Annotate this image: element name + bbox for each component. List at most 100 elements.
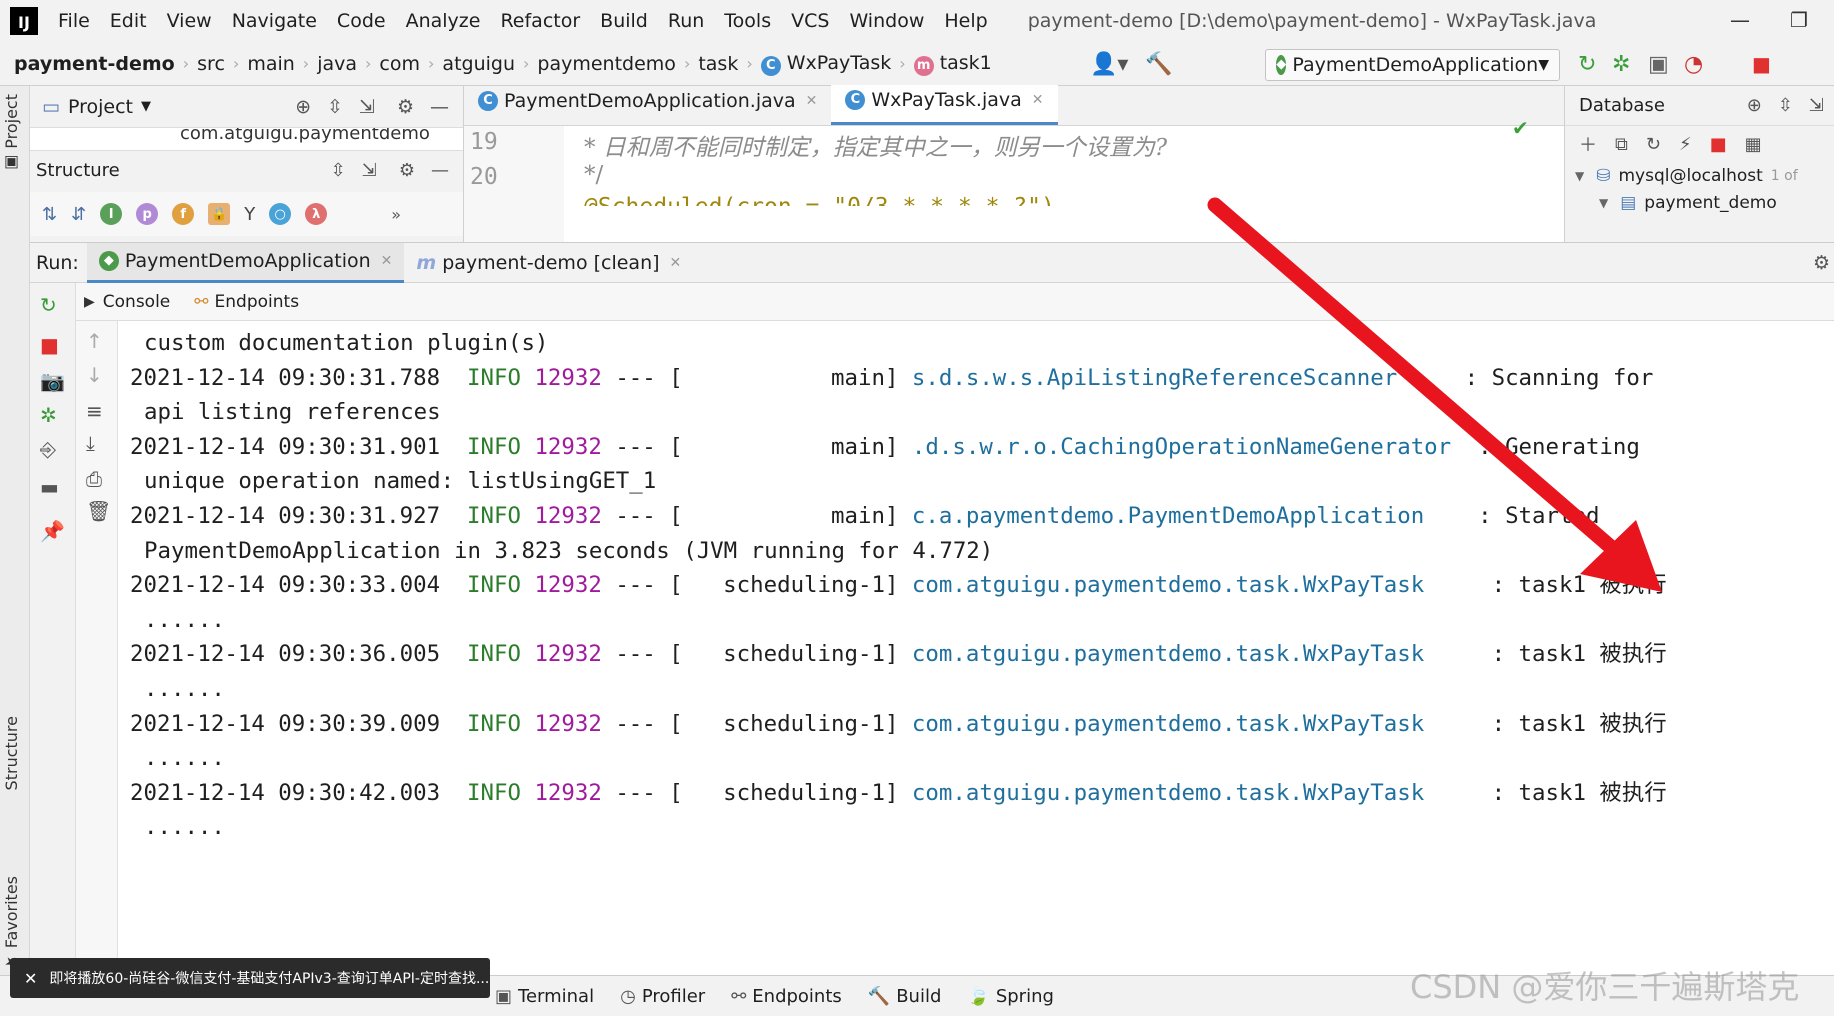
project-panel-label[interactable]: Project	[68, 96, 133, 118]
layout-icon[interactable]: ▬	[40, 475, 59, 499]
breadcrumb-item[interactable]: task	[690, 53, 746, 75]
project-tool-tab[interactable]: ▣ Project	[2, 94, 21, 173]
build-hammer-icon[interactable]: 🔨	[1145, 52, 1172, 77]
expand-all-icon[interactable]: ⇳	[331, 160, 346, 181]
code-line-partial[interactable]: @Scheduled(cron = "0/3 * * * * ?")	[584, 194, 1055, 206]
breadcrumb-item[interactable]: main	[239, 53, 302, 75]
properties-icon[interactable]: p	[136, 203, 159, 225]
rerun-icon[interactable]: ↻	[40, 293, 57, 317]
chevron-down-icon[interactable]: ▼	[141, 99, 151, 114]
code-line[interactable]: */	[584, 162, 603, 188]
tab-paymentdemoapplication[interactable]: C PaymentDemoApplication.java ✕	[464, 85, 831, 125]
stop-icon[interactable]: ■	[1752, 52, 1771, 76]
minimize-icon[interactable]: —	[1730, 8, 1750, 32]
run-tab-paymentdemoapplication[interactable]: ◆ PaymentDemoApplication ✕	[86, 242, 405, 283]
schema-row[interactable]: ▼ ▤ payment_demo	[1565, 190, 1834, 216]
tab-wxpaytask[interactable]: C WxPayTask.java ✕	[831, 85, 1058, 125]
structure-tool-tab[interactable]: Structure	[2, 716, 21, 790]
up-arrow-icon[interactable]: ↑	[86, 329, 103, 353]
chevron-down-icon[interactable]: ▼	[1599, 196, 1608, 210]
locate-icon[interactable]: ⊕	[295, 96, 311, 118]
menu-item-vcs[interactable]: VCS	[781, 10, 839, 32]
expand-all-icon[interactable]: ⇳	[1778, 95, 1793, 116]
breadcrumb-item[interactable]: atguigu	[434, 53, 523, 75]
hide-icon[interactable]: —	[431, 160, 449, 181]
collapse-all-icon[interactable]: ⇲	[359, 96, 375, 118]
sort-visibility-icon[interactable]: ⇵	[71, 204, 86, 225]
maximize-icon[interactable]: ❐	[1790, 8, 1808, 32]
anonymous-icon[interactable]: ○	[269, 203, 292, 225]
more-icon[interactable]: »	[391, 205, 401, 224]
stop-icon[interactable]: ■	[1710, 134, 1727, 155]
add-icon[interactable]: ＋	[1579, 131, 1597, 157]
menu-item-code[interactable]: Code	[327, 10, 396, 32]
breadcrumb-item[interactable]: paymentdemo	[529, 53, 684, 75]
bottom-tab-spring[interactable]: 🍃 Spring	[967, 986, 1054, 1007]
bottom-tab-profiler[interactable]: ◷ Profiler	[620, 986, 705, 1007]
menu-item-tools[interactable]: Tools	[714, 10, 781, 32]
stop-icon[interactable]: ■	[40, 333, 59, 357]
gear-icon[interactable]: ⚙	[399, 160, 415, 181]
coverage-icon[interactable]: ▣	[1648, 52, 1669, 77]
video-toast[interactable]: ✕ 即将播放60-尚硅谷-微信支付-基础支付APIv3-查询订单API-定时查找…	[10, 958, 490, 998]
fields-icon[interactable]: f	[172, 203, 195, 225]
close-icon[interactable]: ✕	[806, 93, 818, 109]
breadcrumb-item[interactable]: src	[189, 53, 233, 75]
menu-item-build[interactable]: Build	[590, 10, 658, 32]
debug-icon[interactable]: ✲	[1612, 52, 1630, 77]
project-tree-row[interactable]: com.atguigu.paymentdemo	[30, 128, 463, 150]
close-icon[interactable]: ✕	[1032, 92, 1044, 108]
menu-item-navigate[interactable]: Navigate	[222, 10, 327, 32]
locate-icon[interactable]: ⊕	[1747, 95, 1762, 116]
lambda-icon[interactable]: λ	[305, 203, 328, 225]
menu-item-edit[interactable]: Edit	[100, 10, 157, 32]
lambdas-icon[interactable]: Y	[244, 204, 255, 225]
down-arrow-icon[interactable]: ↓	[86, 363, 103, 387]
tab-console[interactable]: Console	[103, 292, 171, 312]
menu-item-view[interactable]: View	[157, 10, 222, 32]
print-icon[interactable]: ⎙	[86, 467, 102, 491]
menu-item-refactor[interactable]: Refactor	[490, 10, 590, 32]
menu-item-file[interactable]: File	[48, 10, 100, 32]
gear-icon[interactable]: ⚙	[1813, 252, 1830, 274]
menu-item-window[interactable]: Window	[839, 10, 934, 32]
tab-endpoints[interactable]: Endpoints	[215, 292, 300, 312]
chevron-down-icon[interactable]: ▼	[1575, 169, 1584, 183]
trash-icon[interactable]: 🗑	[86, 499, 111, 523]
menu-item-run[interactable]: Run	[658, 10, 714, 32]
profile-icon[interactable]: ◔	[1684, 52, 1703, 77]
collapse-all-icon[interactable]: ⇲	[1809, 95, 1824, 116]
pin-icon[interactable]: 📌	[40, 519, 65, 543]
collapse-all-icon[interactable]: ⇲	[362, 160, 377, 181]
code-line[interactable]: * 日和周不能同时制定，指定其中之一，则另一个设置为?	[584, 128, 1167, 162]
breadcrumb-item[interactable]: java	[309, 53, 365, 75]
user-icon[interactable]: 👤▾	[1090, 52, 1128, 77]
run-configuration-select[interactable]: ◆ PaymentDemoApplication ▼	[1265, 49, 1560, 81]
breadcrumb-item[interactable]: C WxPayTask	[753, 52, 900, 76]
breadcrumb-item[interactable]: payment-demo	[6, 53, 183, 75]
close-icon[interactable]: ✕	[24, 969, 37, 988]
soft-wrap-icon[interactable]: ≡	[86, 399, 103, 423]
hide-icon[interactable]: —	[430, 96, 449, 118]
exit-icon[interactable]: ⎆	[40, 437, 56, 461]
close-icon[interactable]: ✕	[381, 253, 393, 269]
run-tab-maven-clean[interactable]: m payment-demo [clean] ✕	[404, 243, 693, 283]
breadcrumb-item[interactable]: com	[371, 53, 428, 75]
rerun-icon[interactable]: ↻	[1578, 52, 1596, 77]
camera-icon[interactable]: 📷	[40, 369, 65, 393]
sort-alpha-icon[interactable]: ⇅	[42, 204, 57, 225]
scroll-to-end-icon[interactable]: ⤓	[86, 431, 95, 455]
schema-icon[interactable]: ⚡	[1679, 134, 1692, 155]
menu-item-help[interactable]: Help	[934, 10, 997, 32]
bottom-tab-terminal[interactable]: ▣ Terminal	[495, 986, 594, 1007]
debug-icon[interactable]: ✲	[40, 403, 57, 427]
breadcrumb-item[interactable]: m task1	[906, 52, 1000, 76]
bottom-tab-endpoints[interactable]: ⚯ Endpoints	[731, 986, 842, 1007]
console-output[interactable]: custom documentation plugin(s) 2021-12-14…	[118, 321, 1834, 976]
gear-icon[interactable]: ⚙	[397, 96, 414, 118]
table-icon[interactable]: ▦	[1745, 134, 1762, 155]
copy-icon[interactable]: ⧉	[1615, 134, 1628, 155]
menu-item-analyze[interactable]: Analyze	[396, 10, 491, 32]
refresh-icon[interactable]: ↻	[1646, 134, 1661, 155]
bottom-tab-build[interactable]: 🔨 Build	[868, 986, 942, 1007]
